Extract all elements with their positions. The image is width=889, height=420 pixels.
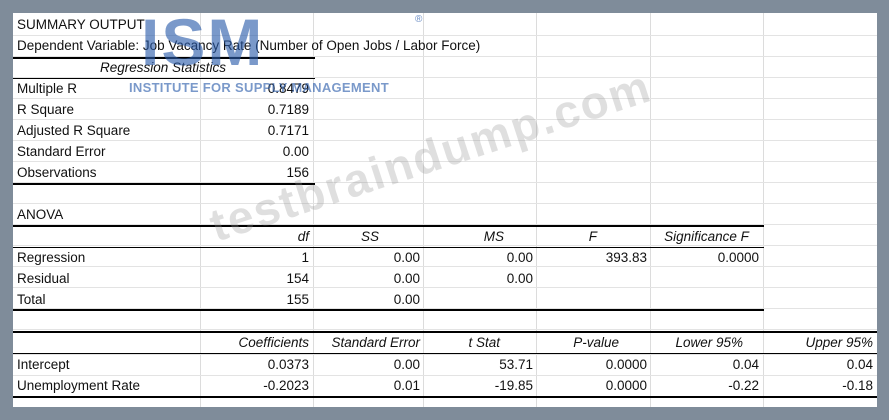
coef-row-label: Unemployment Rate <box>17 378 141 393</box>
coef-header-upper-95: Upper 95% <box>805 335 873 350</box>
coef-header-lower-95: Lower 95% <box>675 335 743 350</box>
coef-cell: 0.00 <box>393 357 420 372</box>
coef-cell: 0.0000 <box>605 378 647 393</box>
stat-label: R Square <box>17 102 75 117</box>
grid-row-line <box>13 119 877 120</box>
registered-mark: ® <box>415 14 423 25</box>
coef-cell: -19.85 <box>494 378 533 393</box>
anova-cell: 154 <box>286 271 309 286</box>
table-border <box>13 396 877 398</box>
anova-row-label: Total <box>17 292 46 307</box>
anova-header-ms: MS <box>483 229 504 244</box>
anova-row-label: Regression <box>17 250 86 265</box>
summary-title: SUMMARY OUTPUT <box>17 17 145 32</box>
coef-cell: 53.71 <box>499 357 533 372</box>
anova-cell: 0.00 <box>393 250 420 265</box>
anova-cell: 0.0000 <box>717 250 759 265</box>
stat-label: Adjusted R Square <box>17 123 131 138</box>
anova-row-label: Residual <box>17 271 70 286</box>
anova-cell: 1 <box>301 250 309 265</box>
anova-heading: ANOVA <box>17 207 64 222</box>
coef-cell: 0.0000 <box>605 357 647 372</box>
anova-header-significance: Significance F <box>664 229 749 244</box>
anova-cell: 0.00 <box>506 250 533 265</box>
grid-row-line <box>13 98 877 99</box>
anova-cell: 155 <box>286 292 309 307</box>
coef-header-t-stat: t Stat <box>468 335 500 350</box>
stat-label: Multiple R <box>17 81 78 96</box>
anova-header-f: F <box>588 229 597 244</box>
stat-value: 0.7189 <box>267 102 309 117</box>
grid-row-line <box>13 329 877 330</box>
coef-cell: 0.01 <box>393 378 420 393</box>
anova-cell: 0.00 <box>393 271 420 286</box>
stat-value: 0.00 <box>282 144 309 159</box>
institute-watermark: INSTITUTE FOR SUPPLY MANAGEMENT <box>129 80 389 95</box>
table-border <box>13 309 764 311</box>
coef-cell: -0.18 <box>842 378 873 393</box>
anova-header-ss: SS <box>360 229 379 244</box>
anova-cell: 393.83 <box>605 250 647 265</box>
coef-row-label: Intercept <box>17 357 70 372</box>
coef-header-coefficients: Coefficients <box>238 335 309 350</box>
anova-cell: 0.00 <box>506 271 533 286</box>
spreadsheet: SUMMARY OUTPUT Dependent Variable: Job V… <box>13 13 877 407</box>
coef-header-standard-error: Standard Error <box>331 335 420 350</box>
coef-header-p-value: P-value <box>573 335 619 350</box>
coef-cell: -0.2023 <box>263 378 309 393</box>
coef-cell: 0.04 <box>846 357 873 372</box>
ism-logo-watermark: ISM <box>141 13 265 79</box>
grid-row-line <box>13 203 877 204</box>
coef-cell: 0.04 <box>732 357 759 372</box>
coef-cell: 0.0373 <box>267 357 309 372</box>
stat-label: Standard Error <box>17 144 106 159</box>
coef-cell: -0.22 <box>728 378 759 393</box>
anova-cell: 0.00 <box>393 292 420 307</box>
stat-label: Observations <box>17 165 97 180</box>
stat-value: 0.7171 <box>267 123 309 138</box>
table-border <box>13 353 877 354</box>
